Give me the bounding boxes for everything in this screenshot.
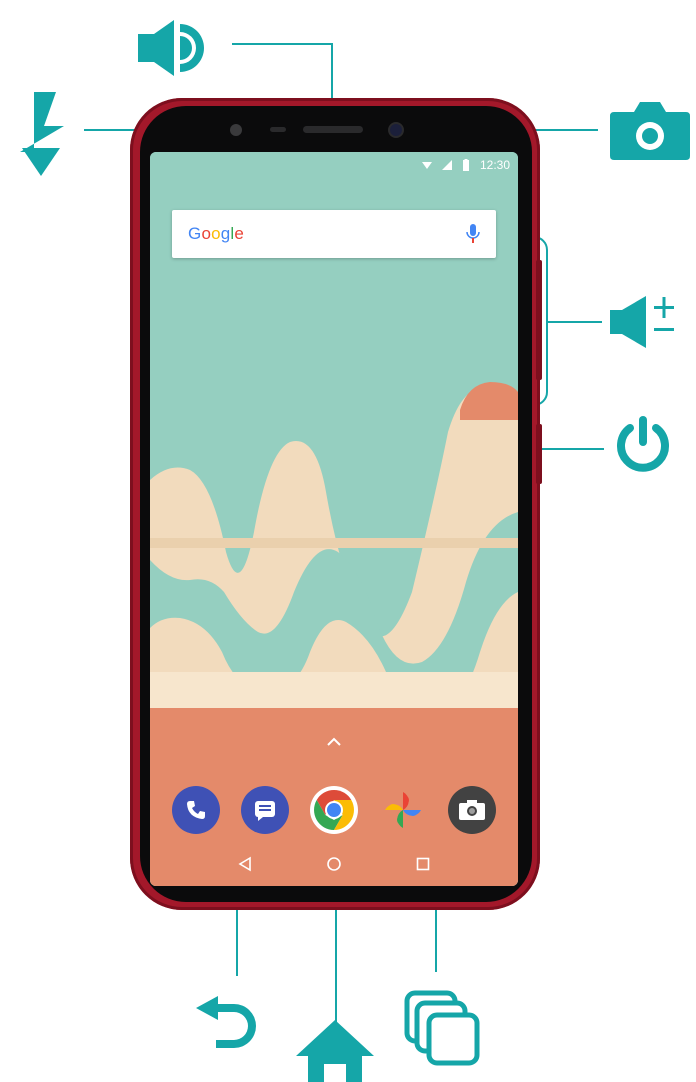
chevron-up-icon[interactable]	[325, 736, 343, 748]
volume-callout-line	[546, 321, 602, 323]
earpiece-slot	[303, 126, 363, 133]
volume-button[interactable]	[536, 260, 542, 380]
proximity-sensor	[270, 127, 286, 132]
home-icon	[327, 857, 341, 871]
messages-app-icon[interactable]	[241, 786, 290, 834]
flash-icon	[20, 92, 64, 176]
status-time: 12:30	[479, 158, 510, 172]
wallpaper	[150, 152, 518, 886]
power-button-icon	[617, 416, 669, 472]
google-logo: Google	[188, 224, 245, 243]
battery-icon	[462, 159, 469, 171]
home-house-icon	[296, 1020, 374, 1082]
signal-icon	[441, 160, 452, 170]
back-icon	[238, 856, 251, 872]
phone-app-icon[interactable]	[172, 786, 221, 834]
earpiece-callout-line-vertical	[331, 43, 333, 105]
recents-icon	[417, 857, 430, 871]
chrome-app-icon[interactable]	[309, 786, 358, 834]
recents-stack-icon	[404, 990, 480, 1066]
power-button[interactable]	[536, 424, 542, 484]
earpiece-speaker-icon	[138, 20, 204, 76]
home-button[interactable]	[316, 846, 352, 882]
power-callout-line	[540, 448, 604, 450]
photos-app-icon[interactable]	[379, 786, 427, 834]
flash-led	[230, 124, 242, 136]
status-bar: 12:30	[150, 152, 518, 178]
front-camera-lens	[390, 124, 402, 136]
back-button[interactable]	[227, 846, 263, 882]
app-dock	[150, 778, 518, 842]
navigation-bar	[150, 842, 518, 886]
recents-button[interactable]	[405, 846, 441, 882]
front-camera-icon	[610, 102, 690, 160]
wifi-icon	[421, 162, 432, 169]
back-arrow-icon	[196, 996, 256, 1048]
camera-app-icon[interactable]	[447, 786, 496, 834]
mic-icon[interactable]	[466, 223, 480, 245]
phone-screen: 12:30 Google	[150, 152, 518, 886]
volume-buttons-icon	[610, 296, 674, 348]
google-search-bar[interactable]: Google	[172, 210, 496, 258]
earpiece-callout-line	[232, 43, 332, 45]
